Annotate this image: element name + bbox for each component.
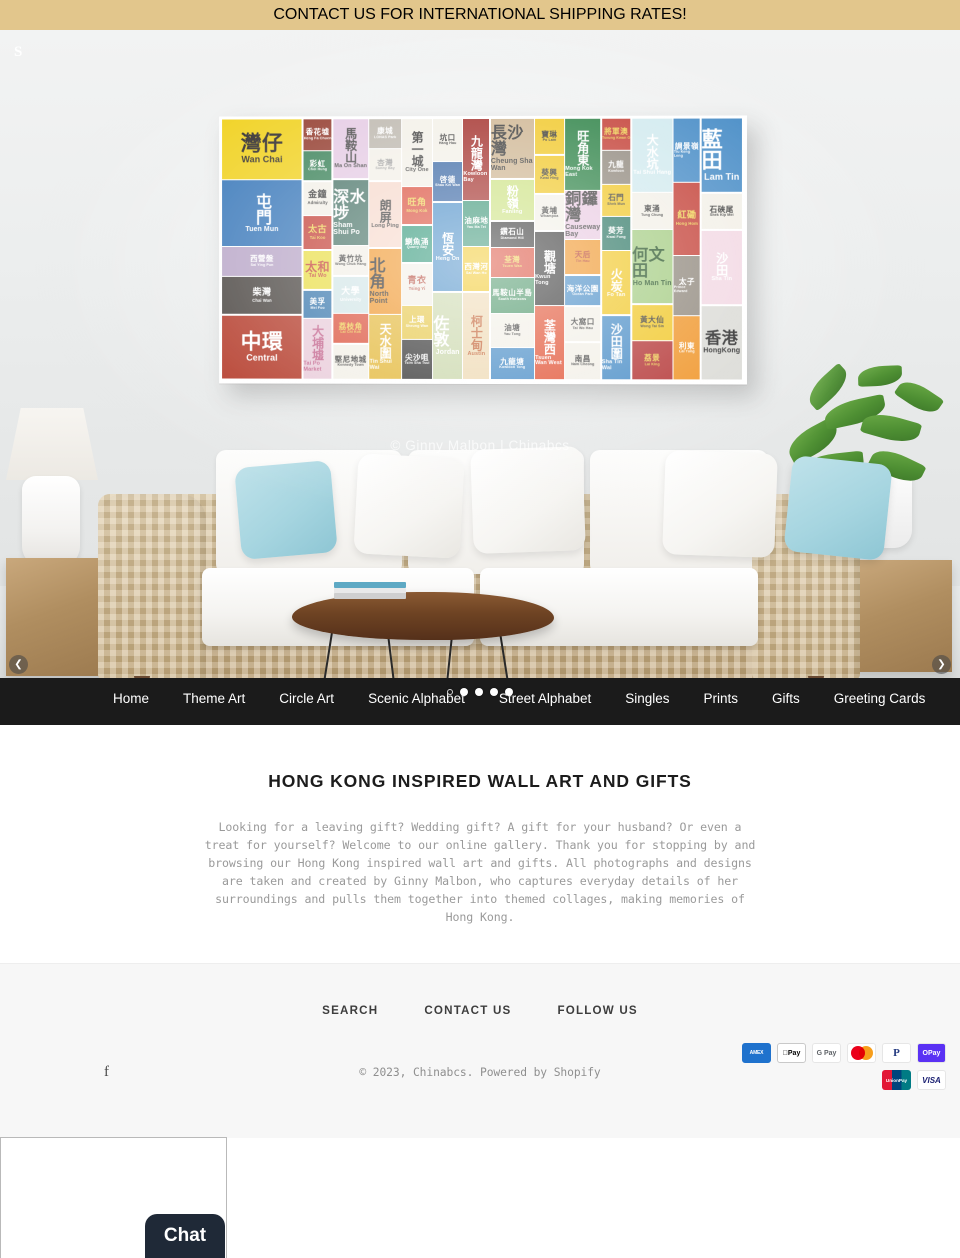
chevron-left-icon: ❮ <box>14 658 23 670</box>
payment-row-2: UnionPay VISA <box>726 1070 946 1090</box>
main-navigation: Home Theme Art Circle Art Scenic Alphabet St… <box>0 678 960 725</box>
intro-paragraph: Looking for a leaving gift? Wedding gift… <box>204 820 756 924</box>
american-express-icon: AMEX <box>742 1043 771 1063</box>
carousel-dot-1[interactable] <box>447 689 453 695</box>
shop-pay-icon: OPay <box>917 1043 946 1063</box>
nav-item-gifts[interactable]: Gifts <box>755 678 817 719</box>
carousel-dots <box>0 688 960 696</box>
apple-pay-icon: Pay <box>777 1043 806 1063</box>
nav-underline-strip <box>0 719 960 725</box>
nav-item-home[interactable]: Home <box>96 678 166 725</box>
carousel-dot-2[interactable] <box>460 688 468 696</box>
chat-button[interactable]: Chat <box>145 1214 225 1258</box>
payment-icons: AMEX Pay G Pay P OPay UnionPay VISA <box>726 1043 946 1097</box>
site-logo[interactable]: S <box>14 44 22 61</box>
main-content: HONG KONG INSPIRED WALL ART AND GIFTS Lo… <box>0 719 960 926</box>
hero-slideshow: 灣仔Wan Chai屯門Tuen Mun西營盤Sai Ying Pun柴灣Cha… <box>0 30 960 678</box>
nav-item-singles[interactable]: Singles <box>608 678 686 719</box>
nav-item-scenic-alphabet[interactable]: Scenic Alphabet <box>351 678 482 719</box>
nav-item-prints[interactable]: Prints <box>687 678 756 719</box>
footer-link-follow-us[interactable]: FOLLOW US <box>557 1004 637 1017</box>
nav-item-theme-art[interactable]: Theme Art <box>166 678 262 719</box>
carousel-dot-5[interactable] <box>505 688 513 696</box>
site-footer: SEARCH CONTACT US FOLLOW US f © 2023, Chin… <box>0 963 960 1138</box>
footer-link-search[interactable]: SEARCH <box>322 1004 378 1017</box>
footer-link-contact-us[interactable]: CONTACT US <box>424 1004 511 1017</box>
announcement-bar: CONTACT US FOR INTERNATIONAL SHIPPING RA… <box>0 0 960 30</box>
paypal-icon: P <box>882 1043 911 1063</box>
nav-item-street-alphabet[interactable]: Street Alphabet <box>482 678 608 719</box>
footer-bottom: f © 2023, Chinabcs. Powered by Shopify A… <box>0 1043 960 1130</box>
announcement-text: CONTACT US FOR INTERNATIONAL SHIPPING RA… <box>273 6 687 23</box>
footer-link-list: SEARCH CONTACT US FOLLOW US <box>0 964 960 1017</box>
room-lighting-overlay <box>0 30 960 678</box>
nav-item-circle-art[interactable]: Circle Art <box>262 678 351 719</box>
nav-list: Home Theme Art Circle Art Scenic Alphabet St… <box>0 678 960 725</box>
carousel-dot-3[interactable] <box>475 688 483 696</box>
carousel-prev-button[interactable]: ❮ <box>9 655 28 674</box>
carousel-dot-4[interactable] <box>490 688 498 696</box>
google-pay-icon: G Pay <box>812 1043 841 1063</box>
mastercard-icon <box>847 1043 876 1063</box>
nav-item-greeting-cards[interactable]: Greeting Cards <box>817 678 943 719</box>
unionpay-icon: UnionPay <box>882 1070 911 1090</box>
carousel-next-button[interactable]: ❯ <box>932 655 951 674</box>
visa-icon: VISA <box>917 1070 946 1090</box>
chevron-right-icon: ❯ <box>937 658 946 670</box>
page-title: HONG KONG INSPIRED WALL ART AND GIFTS <box>268 771 692 791</box>
payment-row-1: AMEX Pay G Pay P OPay <box>726 1043 946 1063</box>
